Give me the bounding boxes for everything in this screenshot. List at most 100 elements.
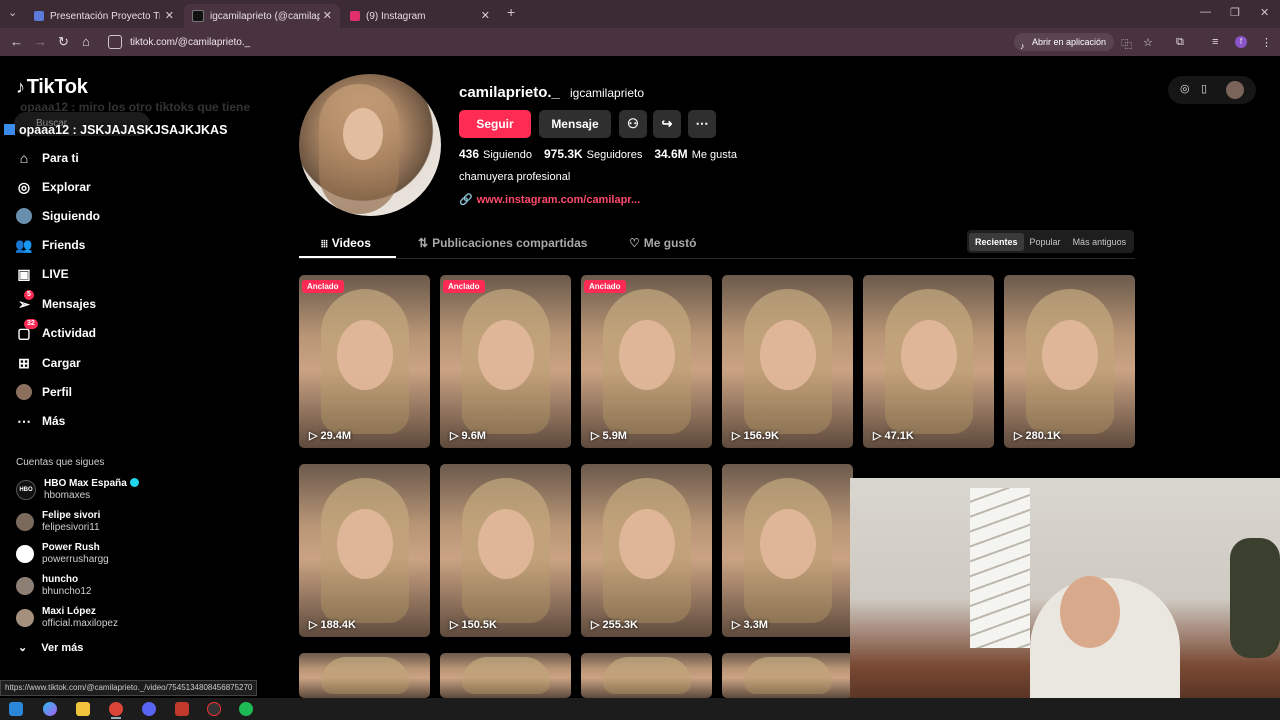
video-card[interactable]: ▷ 188.4K <box>299 464 430 637</box>
browser-menu-icon[interactable]: ⋮ <box>1261 36 1272 49</box>
nav-mas[interactable]: ⋯ Más <box>16 413 65 429</box>
message-button[interactable]: Mensaje <box>539 110 611 138</box>
home-icon: ⌂ <box>19 150 29 166</box>
sort-popular[interactable]: Popular <box>1024 233 1067 251</box>
phone-icon[interactable]: ▯ <box>1201 82 1207 95</box>
following-stat[interactable]: 436 Siguiendo <box>459 147 532 161</box>
nav-mensajes[interactable]: ➢ 5 Mensajes <box>16 290 96 312</box>
tab-videos[interactable]: ⦙⦙⦙ Videos <box>321 236 371 250</box>
video-card[interactable]: ▷ 255.3K <box>581 464 712 637</box>
forward-icon[interactable]: → <box>34 34 47 49</box>
nav-cargar[interactable]: ⊞ Cargar <box>16 355 81 371</box>
minimize-icon[interactable]: — <box>1200 6 1211 18</box>
discord-icon[interactable] <box>142 702 156 716</box>
video-card[interactable] <box>722 653 853 698</box>
chrome-icon[interactable] <box>109 702 123 716</box>
close-tab-icon[interactable]: ✕ <box>165 9 174 22</box>
add-friend-icon[interactable]: ⚇ <box>619 110 647 138</box>
sort-oldest[interactable]: Más antiguos <box>1067 233 1133 251</box>
reload-icon[interactable]: ↻ <box>58 34 69 50</box>
tiktok-note-icon: ♪ <box>16 77 25 97</box>
nav-explorar[interactable]: ◎ Explorar <box>16 179 91 195</box>
user-avatar-icon[interactable] <box>1226 81 1244 99</box>
recording-app-icon[interactable] <box>207 702 221 716</box>
profile-icon <box>16 384 32 400</box>
video-card[interactable]: ▷ 3.3M <box>722 464 853 637</box>
home-browser-icon[interactable]: ⌂ <box>82 34 90 49</box>
account-name: huncho <box>42 574 79 585</box>
video-card[interactable]: Anclado ▷ 9.6M <box>440 275 571 448</box>
more-options-icon[interactable]: ⋯ <box>688 110 716 138</box>
video-card[interactable] <box>440 653 571 698</box>
close-tab-icon[interactable]: ✕ <box>481 9 490 22</box>
video-card[interactable] <box>299 653 430 698</box>
tab-reposts[interactable]: ⇅ Publicaciones compartidas <box>418 236 587 250</box>
browser-tab-3[interactable]: (9) Instagram ✕ <box>342 4 498 28</box>
video-card[interactable]: ▷ 47.1K <box>863 275 994 448</box>
follow-button[interactable]: Seguir <box>459 110 531 138</box>
tab-liked[interactable]: ♡ Me gustó <box>629 236 696 250</box>
thumb-hair <box>744 656 832 695</box>
profile-avatar[interactable] <box>299 74 441 216</box>
avatar-face <box>343 108 383 160</box>
nav-label: LIVE <box>42 267 69 281</box>
url-field[interactable]: tiktok.com/@camilaprieto._ <box>104 31 1004 53</box>
bookmark-star-icon[interactable]: ☆ <box>1143 36 1153 49</box>
view-count: ▷ 150.5K <box>450 619 497 631</box>
account-name: HBO Max España <box>44 478 127 489</box>
browser-tab-1[interactable]: Presentación Proyecto Trabajo ✕ <box>26 4 182 28</box>
open-in-app-button[interactable]: ♪ Abrir en aplicación <box>1014 33 1115 51</box>
site-info-icon[interactable] <box>108 35 122 49</box>
new-tab-button[interactable]: + <box>507 4 515 20</box>
followed-account[interactable]: HBO HBO Max España hbomaxes <box>16 478 139 502</box>
tab-label: (9) Instagram <box>366 10 426 22</box>
pinned-badge: Anclado <box>302 280 344 293</box>
media-icon[interactable]: ≡ <box>1212 36 1218 48</box>
video-card[interactable]: ▷ 150.5K <box>440 464 571 637</box>
close-tab-icon[interactable]: ✕ <box>323 9 332 22</box>
profile-username: camilaprieto._ <box>459 84 560 101</box>
spotify-icon[interactable] <box>239 702 253 716</box>
thumb-hair <box>321 656 409 695</box>
nav-para-ti[interactable]: ⌂ Para ti <box>16 150 79 166</box>
followed-account[interactable]: Felipe sivori felipesivori11 <box>16 510 100 534</box>
tiktok-logo[interactable]: ♪ TikTok <box>16 76 88 99</box>
followed-account[interactable]: huncho bhuncho12 <box>16 574 92 598</box>
extensions-icon[interactable]: ⧉ <box>1176 36 1184 49</box>
close-window-icon[interactable]: ✕ <box>1260 6 1269 19</box>
tab-list-icon[interactable]: ⌄ <box>8 6 17 19</box>
chat-overlay-message: opaaa12 : JSKJAJASKJSAJKJKAS <box>4 123 227 137</box>
file-explorer-icon[interactable] <box>76 702 90 716</box>
video-card[interactable]: ▷ 280.1K <box>1004 275 1135 448</box>
video-card[interactable]: Anclado ▷ 29.4M <box>299 275 430 448</box>
restore-icon[interactable]: ❐ <box>1230 6 1240 19</box>
copilot-icon[interactable] <box>43 702 57 716</box>
see-more-button[interactable]: ⌄ Ver más <box>16 641 83 654</box>
video-card[interactable]: ▷ 156.9K <box>722 275 853 448</box>
video-card[interactable] <box>581 653 712 698</box>
account-handle: hbomaxes <box>44 490 91 501</box>
browser-profile-avatar[interactable]: f <box>1235 36 1247 48</box>
followed-account[interactable]: Maxi López official.maxilopez <box>16 606 118 630</box>
profile-link[interactable]: 🔗 www.instagram.com/camilapr... <box>459 193 640 206</box>
video-card[interactable]: Anclado ▷ 5.9M <box>581 275 712 448</box>
share-icon[interactable]: ↪ <box>653 110 681 138</box>
views-value: 150.5K <box>461 619 497 631</box>
nav-perfil[interactable]: Perfil <box>16 384 72 400</box>
account-name: Maxi López <box>42 606 96 617</box>
windows-start-icon[interactable] <box>9 702 23 716</box>
followed-account[interactable]: Power Rush powerrushargg <box>16 542 109 566</box>
back-icon[interactable]: ← <box>10 34 23 49</box>
app-icon[interactable] <box>175 702 189 716</box>
sort-recent[interactable]: Recientes <box>969 232 1024 251</box>
nav-live[interactable]: ▣ LIVE <box>16 266 69 282</box>
see-more-label: Ver más <box>41 642 84 654</box>
nav-friends[interactable]: 👥 Friends <box>15 237 85 253</box>
translate-icon[interactable]: ⿻ <box>1121 36 1132 52</box>
browser-tab-2[interactable]: igcamilaprieto (@camilapr ✕ <box>184 4 340 28</box>
compass-small-icon[interactable]: ◎ <box>1180 82 1190 95</box>
nav-siguiendo[interactable]: Siguiendo <box>16 208 100 224</box>
followers-stat[interactable]: 975.3K Seguidores <box>544 147 642 161</box>
tiktok-small-icon: ♪ <box>1020 41 1025 51</box>
nav-actividad[interactable]: ▢ 32 Actividad <box>16 319 96 341</box>
